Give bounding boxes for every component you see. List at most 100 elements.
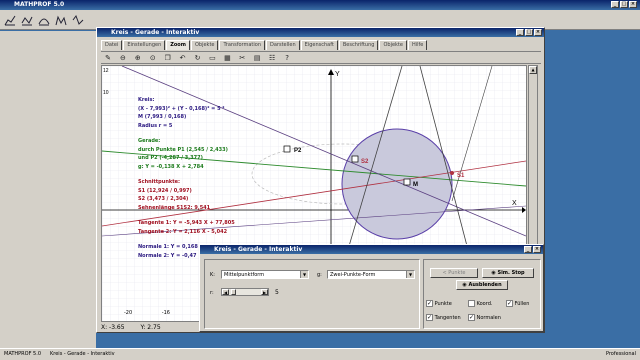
- rotate-icon[interactable]: ↻: [193, 53, 203, 63]
- tab-datei[interactable]: Datei: [101, 40, 123, 50]
- k-form-value: Mittelpunktform: [224, 272, 265, 278]
- coord-status: X: -3.65 Y: 2.75: [101, 323, 201, 332]
- info-icon[interactable]: ?: [282, 53, 292, 63]
- chart-icon[interactable]: [72, 14, 84, 26]
- minimize-icon[interactable]: _: [516, 29, 524, 36]
- slider-thumb[interactable]: [231, 289, 236, 295]
- minimize-icon[interactable]: _: [524, 246, 532, 253]
- slider-right-icon[interactable]: ▶: [261, 289, 268, 295]
- slider-left-icon[interactable]: ◀: [222, 289, 229, 295]
- grid-icon[interactable]: ▦: [222, 53, 232, 63]
- checkbox-fuellen-box[interactable]: ✓: [506, 300, 513, 307]
- checkbox-label: Punkte: [434, 301, 452, 307]
- checkbox-normalen[interactable]: ✓ Normalen: [468, 314, 501, 321]
- tab-objekte[interactable]: Objekte: [190, 40, 219, 50]
- checkbox-tangenten[interactable]: ✓ Tangenten: [426, 314, 461, 321]
- tab-objekte-2[interactable]: Objekte: [379, 40, 407, 50]
- k-form-select[interactable]: Mittelpunktform ▼: [221, 270, 309, 279]
- info-line: g: Y = -0,138 X + 2,784: [138, 163, 204, 170]
- radius-value: 5: [275, 289, 279, 296]
- ruler-icon[interactable]: ▭: [207, 53, 217, 63]
- x-tick-label: -16: [161, 310, 170, 316]
- ausblenden-label: Ausblenden: [468, 282, 502, 288]
- minimize-icon[interactable]: _: [611, 1, 619, 8]
- paste-icon[interactable]: ▤: [252, 53, 262, 63]
- y-axis-label: Y: [335, 71, 340, 78]
- checkbox-label: Tangenten: [434, 315, 461, 321]
- label-m: M: [413, 182, 418, 188]
- checkbox-punkte-box[interactable]: ✓: [426, 300, 433, 307]
- table-icon[interactable]: ☷: [267, 53, 277, 63]
- checkbox-label: Koord.: [476, 301, 493, 307]
- info-line: Radius r = 5: [138, 122, 173, 129]
- tab-hilfe[interactable]: Hilfe: [407, 40, 428, 50]
- main-window-title-bar: Kreis - Gerade - Interaktiv _ □ ×: [97, 28, 544, 37]
- checkbox-fuellen[interactable]: ✓ Füllen: [506, 300, 529, 307]
- dialog-title-bar: Kreis - Gerade - Interaktiv _ ×: [200, 245, 543, 254]
- copy-icon[interactable]: ❐: [163, 53, 173, 63]
- tab-eigenschaft[interactable]: Eigenschaft: [300, 40, 338, 50]
- close-icon[interactable]: ×: [534, 29, 542, 36]
- info-line: (X - 7,993)² + (Y - 0,168)² = 5 ²: [138, 105, 225, 112]
- chart-icon[interactable]: [21, 14, 33, 26]
- punkte-button[interactable]: < Punkte: [430, 268, 478, 278]
- chart-icon[interactable]: [38, 14, 50, 26]
- checkbox-punkte[interactable]: ✓ Punkte: [426, 300, 452, 307]
- circle-k[interactable]: [341, 128, 453, 240]
- close-icon[interactable]: ×: [629, 1, 637, 8]
- info-line: Schnittpunkte:: [138, 179, 180, 185]
- info-line: M (7,993 / 0,168): [138, 114, 187, 120]
- x-tick-label: -20: [124, 310, 133, 316]
- sim-stop-button[interactable]: ◉ Sim. Stop: [482, 268, 534, 278]
- x-tick-labels: -20 -16: [124, 310, 204, 316]
- info-line: Tangente 2: Y = 2,116 X - 5,042: [138, 228, 228, 235]
- desktop-area: [0, 31, 96, 349]
- tab-beschriftung[interactable]: Beschriftung: [338, 40, 379, 50]
- radius-slider[interactable]: ◀ ▶: [221, 288, 269, 296]
- tab-darstellen[interactable]: Darstellen: [266, 40, 300, 50]
- sim-stop-label: Sim. Stop: [497, 270, 525, 276]
- info-line: Gerade:: [138, 138, 161, 144]
- coord-y: Y: 2.75: [140, 324, 161, 331]
- chevron-down-icon: ▼: [300, 271, 308, 278]
- scroll-up-icon[interactable]: ▲: [529, 66, 537, 74]
- pencil-icon[interactable]: ✎: [103, 53, 113, 63]
- point-s1-marker[interactable]: [450, 171, 454, 175]
- info-panel: Kreis: (X - 7,993)² + (Y - 0,168)² = 5 ²…: [138, 96, 338, 260]
- maximize-icon[interactable]: □: [525, 29, 533, 36]
- checkbox-label: Normalen: [476, 315, 501, 321]
- dialog-controls-group: K: Mittelpunktform ▼ g: Zwei-Punkte-Form…: [204, 259, 420, 329]
- close-icon[interactable]: ×: [533, 246, 541, 253]
- g-form-select[interactable]: Zwei-Punkte-Form ▼: [327, 270, 415, 279]
- point-m-marker[interactable]: [403, 178, 411, 186]
- x-axis-label: X: [512, 200, 517, 207]
- cut-icon[interactable]: ✂: [237, 53, 247, 63]
- label-s2: S2: [361, 159, 369, 165]
- info-schnitt: Schnittpunkte: S1 (12,924 / 0,997) S2 (3…: [138, 178, 338, 212]
- point-s2-marker[interactable]: [351, 155, 359, 163]
- ausblenden-button[interactable]: ◉ Ausblenden: [456, 280, 508, 290]
- info-line: durch Punkte P1 (2,545 / 2,433): [138, 146, 228, 153]
- checkbox-tangenten-box[interactable]: ✓: [426, 314, 433, 321]
- chart-icon[interactable]: [55, 14, 67, 26]
- coord-x: X: -3.65: [101, 324, 125, 331]
- checkbox-koord-box[interactable]: [468, 300, 475, 307]
- tab-einstellungen[interactable]: Einstellungen: [123, 40, 166, 50]
- tab-zoom[interactable]: Zoom: [166, 40, 190, 50]
- taskbar-task-label[interactable]: Kreis - Gerade - Interaktiv: [50, 349, 115, 360]
- info-line: Tangente 1: Y = -5,943 X + 77,805: [138, 220, 235, 226]
- undo-icon[interactable]: ↶: [178, 53, 188, 63]
- checkbox-koord[interactable]: Koord.: [468, 300, 492, 307]
- chart-icon[interactable]: [4, 14, 16, 26]
- tab-transformation[interactable]: Transformation: [219, 40, 265, 50]
- checkbox-normalen-box[interactable]: ✓: [468, 314, 475, 321]
- info-line: Sehnenlänge S1S2: 9,541: [138, 204, 211, 211]
- zoom-in-icon[interactable]: ⊕: [133, 53, 143, 63]
- zoom-out-icon[interactable]: ⊖: [118, 53, 128, 63]
- info-line: und P2 (-4,287 / 3,377): [138, 155, 203, 161]
- zoom-fit-icon[interactable]: ⊙: [148, 53, 158, 63]
- info-kreis: Kreis: (X - 7,993)² + (Y - 0,168)² = 5 ²…: [138, 96, 338, 130]
- maximize-icon[interactable]: □: [620, 1, 628, 8]
- checkbox-label: Füllen: [514, 301, 530, 307]
- taskbar-app-label[interactable]: MATHPROF 5.0: [4, 349, 41, 360]
